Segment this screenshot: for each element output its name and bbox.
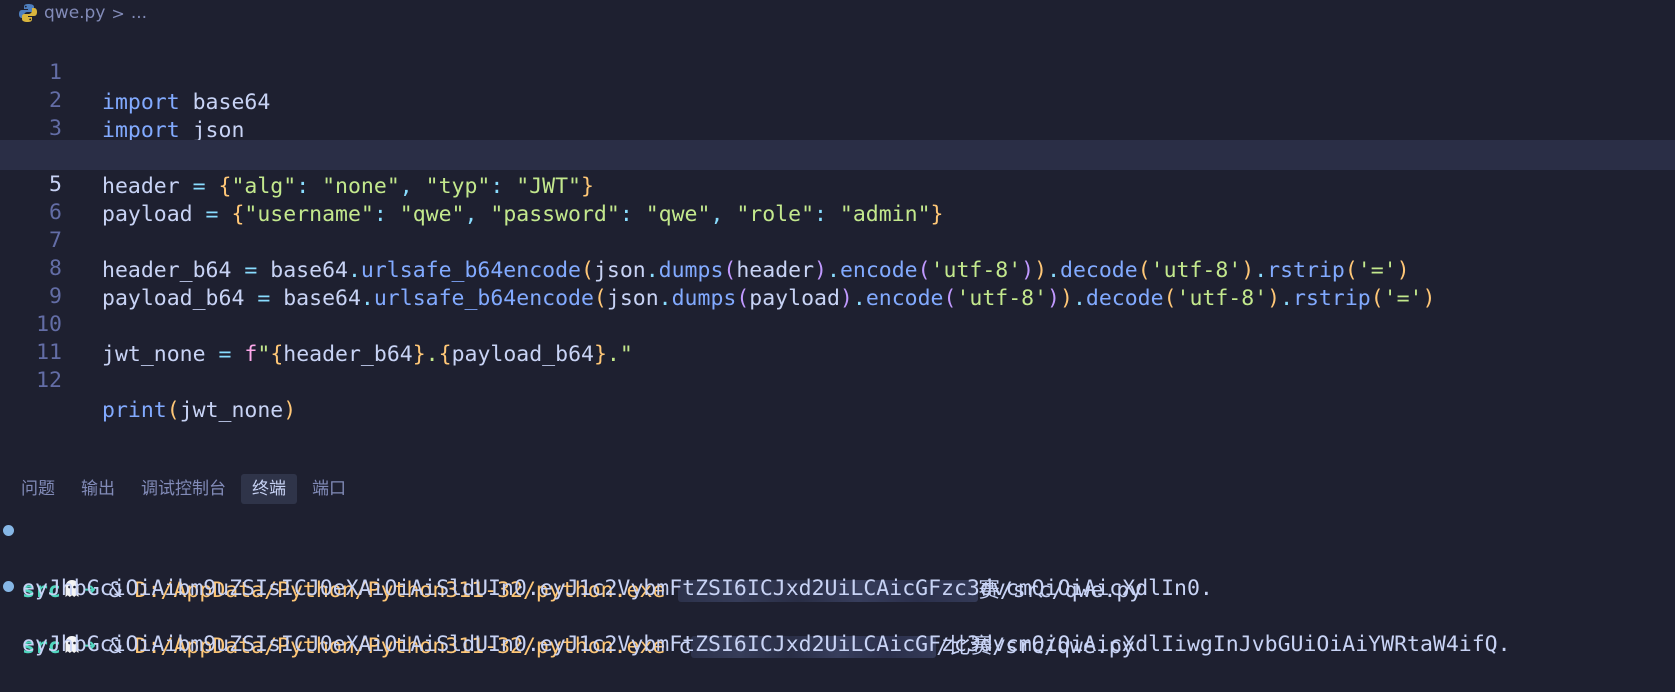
jwt-output: eyJhbGciOiAibm9uZSIsICJ0eXAiOiAiSldUIn0.…	[22, 632, 1511, 657]
code-line[interactable]: 11	[0, 308, 1675, 365]
python-file-icon	[18, 3, 38, 23]
command-status-dot[interactable]	[3, 581, 14, 592]
code-line[interactable]: 2 import json	[0, 56, 1675, 143]
jwt-output: eyJhbGciOiAibm9uZSIsICJ0eXAiOiAiSldUIn0.…	[22, 576, 1213, 601]
code-line[interactable]: 9	[0, 252, 1675, 309]
breadcrumb-more[interactable]: ...	[131, 3, 147, 23]
tab-output[interactable]: 输出	[70, 474, 126, 504]
code-line[interactable]: 7 header_b64 = base64.urlsafe_b64encode(…	[0, 196, 1675, 283]
tab-debug-console[interactable]: 调试控制台	[130, 474, 237, 504]
breadcrumb-file[interactable]: qwe.py	[44, 3, 105, 23]
chevron-right-icon: >	[111, 3, 125, 23]
code-line[interactable]: 3	[0, 84, 1675, 141]
code-line[interactable]: 8 payload_b64 = base64.urlsafe_b64encode…	[0, 224, 1675, 311]
bottom-panel: 问题 输出 调试控制台 终端 端口 src ➜ & D:/AppData/Pyth…	[0, 462, 1675, 659]
code-line[interactable]: 4 header = {"alg": "none", "typ": "JWT"}	[0, 112, 1675, 199]
code-line[interactable]: 6	[0, 168, 1675, 225]
line-number: 12	[36, 368, 62, 393]
code-line[interactable]: 12 print(jwt_none)	[0, 336, 1675, 423]
tab-problems[interactable]: 问题	[10, 474, 66, 504]
panel-tabs: 问题 输出 调试控制台 终端 端口	[10, 474, 357, 504]
code-line[interactable]: 10 jwt_none = f"{header_b64}.{payload_b6…	[0, 280, 1675, 367]
tab-terminal[interactable]: 终端	[241, 474, 297, 504]
terminal-output-line: eyJhbGciOiAibm9uZSIsICJ0eXAiOiAiSldUIn0.…	[0, 544, 1213, 601]
terminal-output-line: eyJhbGciOiAibm9uZSIsICJ0eXAiOiAiSldUIn0.…	[0, 600, 1511, 657]
tab-ports[interactable]: 端口	[301, 474, 357, 504]
breadcrumb: qwe.py > ...	[0, 0, 1675, 26]
code-editor[interactable]: 1 import base64 2 import json 3 4 header…	[0, 28, 1675, 460]
terminal-command-line: src ➜ & D:/AppData/Python/Python311-32/py…	[0, 572, 1135, 659]
code-line[interactable]: 1 import base64	[0, 28, 1675, 115]
command-status-dot[interactable]	[3, 525, 14, 536]
code-text: print(jwt_none)	[102, 398, 297, 423]
terminal-command-line: src ➜ & D:/AppData/Python/Python311-32/py…	[0, 516, 1142, 603]
code-line-active[interactable]: 5 payload = {"username": "qwe", "passwor…	[0, 140, 1675, 227]
